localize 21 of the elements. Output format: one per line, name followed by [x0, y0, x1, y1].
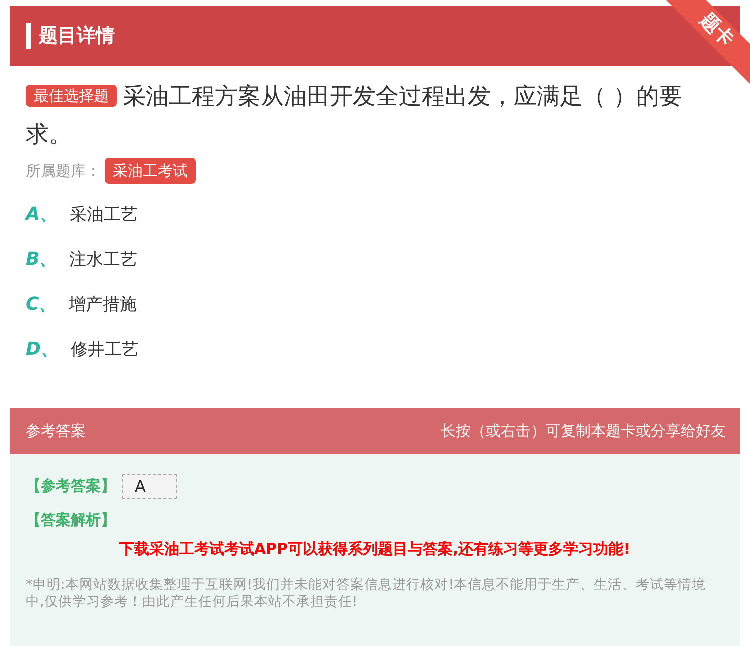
bank-label: 所属题库： [26, 162, 101, 180]
option-text: 增产措施 [69, 294, 138, 316]
option-letter: C、 [26, 293, 58, 316]
option-text: 注水工艺 [70, 248, 138, 270]
option-text: 修井工艺 [70, 338, 139, 360]
disclaimer-text: *申明:本网站数据收集整理于互联网!我们并未能对答案信息进行核对!本信息不能用于生产、生活、考试等情境中,仅供学习参考！由此产生任何后果本站不承担责任! [26, 576, 708, 611]
promo-text: 下载采油工考试考试APP可以获得系列题目与答案,还有练习等更多学习功能! [118, 539, 632, 559]
ribbon-text: 题卡 [696, 10, 738, 50]
question-text: $^{最佳选择题}$ 采油工程方案从油田开发全过程出发，应满足（ ）的要求。 [25, 83, 684, 150]
option-letter: D、 [26, 338, 59, 361]
header-title: 题目详情 [39, 24, 115, 49]
answer-label: 【参考答案】 [26, 477, 116, 496]
option-letter: B、 [26, 248, 58, 271]
copy-hint: 长按（或右击）可复制本题卡或分享给好友 [441, 422, 726, 440]
option-text: 采油工艺 [70, 204, 138, 226]
option-letter: A、 [26, 203, 58, 226]
analysis-label: 【答案解析】 [26, 511, 116, 530]
bank-tag[interactable]: 采油工考试 [105, 158, 196, 184]
title-bar-marker [26, 23, 31, 49]
answer-value: A [122, 474, 177, 499]
panel-title: 参考答案 [26, 422, 86, 440]
